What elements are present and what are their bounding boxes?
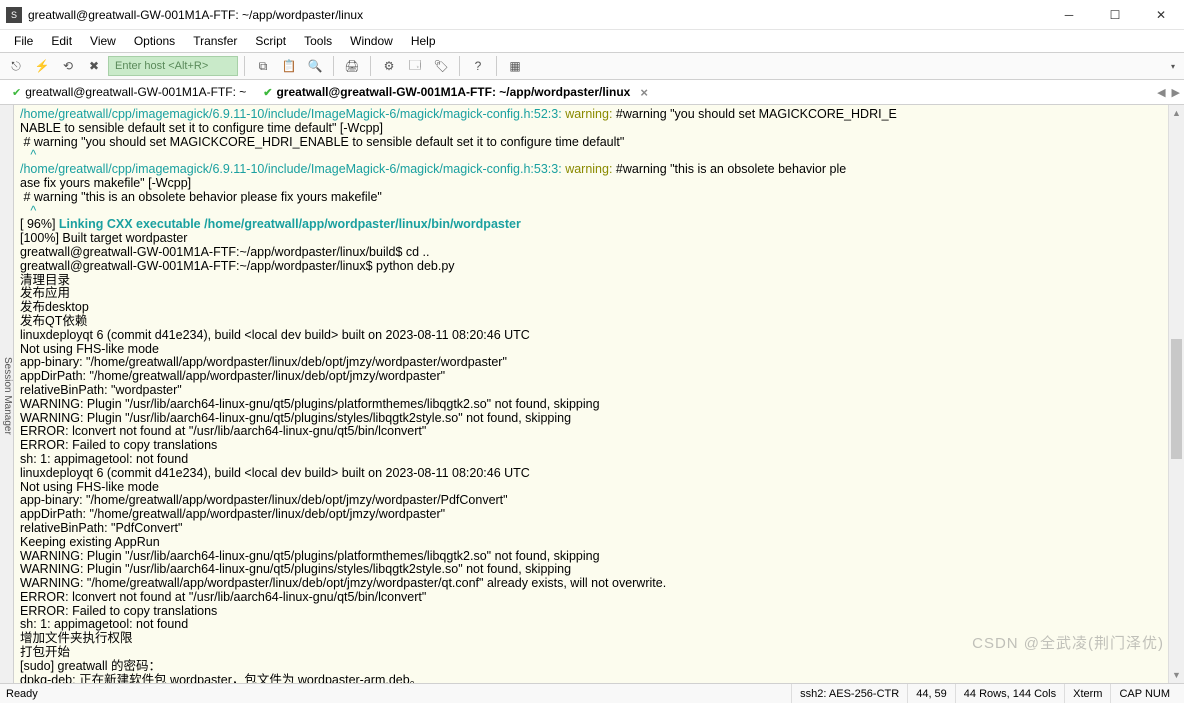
global-options-icon[interactable]: 🏷: [429, 55, 453, 77]
close-tab-icon[interactable]: ×: [640, 85, 648, 100]
toolbar-overflow-icon[interactable]: ▾: [1166, 62, 1180, 71]
scroll-down-icon[interactable]: ▼: [1169, 667, 1184, 683]
toolbar: ⎋ ⚡ ⟲ ✖ Enter host <Alt+R> ⧉ 📋 🔍 🖨 ⚙ 🗔 🏷…: [0, 52, 1184, 80]
menu-options[interactable]: Options: [126, 32, 183, 50]
misc-icon[interactable]: ▦: [503, 55, 527, 77]
tab-label: greatwall@greatwall-GW-001M1A-FTF: ~: [25, 85, 246, 99]
reconnect-all-icon[interactable]: ⟲: [56, 55, 80, 77]
menu-script[interactable]: Script: [247, 32, 294, 50]
menu-tools[interactable]: Tools: [296, 32, 340, 50]
check-icon: ✔: [12, 86, 21, 99]
disconnect-icon[interactable]: ✖: [82, 55, 106, 77]
menu-window[interactable]: Window: [342, 32, 401, 50]
tab-prev-icon[interactable]: ◀: [1157, 86, 1165, 99]
menu-edit[interactable]: Edit: [43, 32, 80, 50]
reconnect-icon[interactable]: ⎋: [4, 55, 28, 77]
status-cursor-pos: 44, 59: [907, 684, 955, 703]
status-ready: Ready: [6, 688, 791, 700]
session-options-icon[interactable]: 🗔: [403, 55, 427, 77]
app-icon: S: [6, 7, 22, 23]
status-term: Xterm: [1064, 684, 1110, 703]
session-manager-sidebar[interactable]: Session Manager: [0, 105, 14, 683]
title-bar: S greatwall@greatwall-GW-001M1A-FTF: ~/a…: [0, 0, 1184, 30]
menu-view[interactable]: View: [82, 32, 124, 50]
window-title: greatwall@greatwall-GW-001M1A-FTF: ~/app…: [28, 8, 1046, 22]
tab-session-1[interactable]: ✔ greatwall@greatwall-GW-001M1A-FTF: ~: [4, 82, 255, 102]
minimize-button[interactable]: ─: [1046, 0, 1092, 30]
settings-icon[interactable]: ⚙: [377, 55, 401, 77]
status-size: 44 Rows, 144 Cols: [955, 684, 1064, 703]
host-input[interactable]: Enter host <Alt+R>: [108, 56, 238, 76]
check-icon: ✔: [263, 86, 272, 99]
scroll-thumb[interactable]: [1171, 339, 1182, 459]
menu-bar: File Edit View Options Transfer Script T…: [0, 30, 1184, 52]
help-icon[interactable]: ?: [466, 55, 490, 77]
scroll-up-icon[interactable]: ▲: [1169, 105, 1184, 121]
terminal-output[interactable]: /home/greatwall/cpp/imagemagick/6.9.11-1…: [14, 105, 1184, 683]
menu-help[interactable]: Help: [403, 32, 444, 50]
status-caps: CAP NUM: [1110, 684, 1178, 703]
status-bar: Ready ssh2: AES-256-CTR 44, 59 44 Rows, …: [0, 683, 1184, 703]
copy-icon[interactable]: ⧉: [251, 55, 275, 77]
quick-connect-icon[interactable]: ⚡: [30, 55, 54, 77]
status-ssh: ssh2: AES-256-CTR: [791, 684, 907, 703]
paste-icon[interactable]: 📋: [277, 55, 301, 77]
tab-next-icon[interactable]: ▶: [1172, 86, 1180, 99]
menu-transfer[interactable]: Transfer: [185, 32, 245, 50]
vertical-scrollbar[interactable]: ▲ ▼: [1168, 105, 1184, 683]
tab-label: greatwall@greatwall-GW-001M1A-FTF: ~/app…: [276, 85, 630, 99]
menu-file[interactable]: File: [6, 32, 41, 50]
print-icon[interactable]: 🖨: [340, 55, 364, 77]
tab-bar: ✔ greatwall@greatwall-GW-001M1A-FTF: ~ ✔…: [0, 80, 1184, 105]
maximize-button[interactable]: ☐: [1092, 0, 1138, 30]
tab-session-2[interactable]: ✔ greatwall@greatwall-GW-001M1A-FTF: ~/a…: [255, 82, 657, 103]
find-icon[interactable]: 🔍: [303, 55, 327, 77]
close-button[interactable]: ✕: [1138, 0, 1184, 30]
